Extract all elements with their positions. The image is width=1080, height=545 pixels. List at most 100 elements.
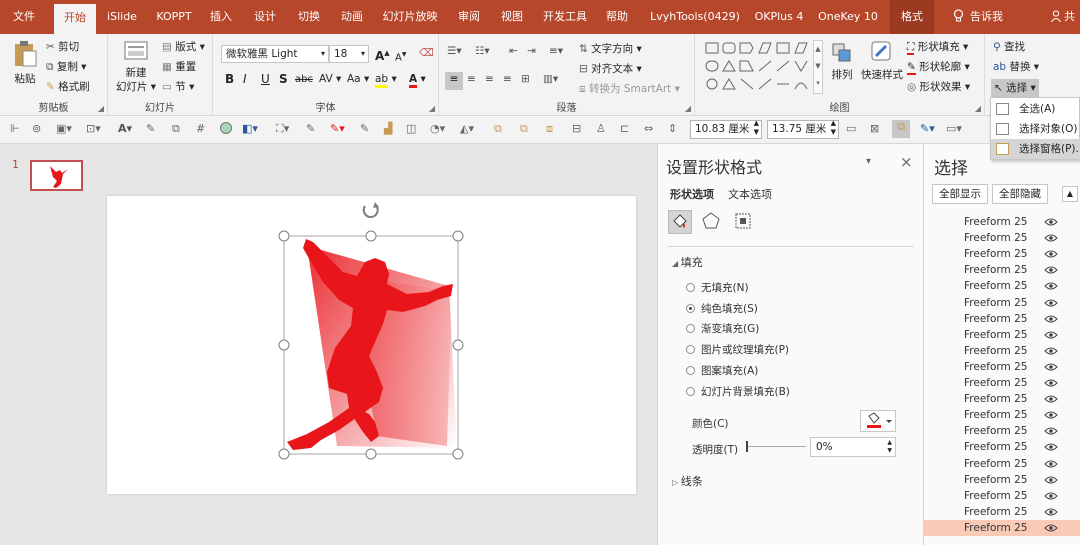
selection-list-item[interactable]: Freeform 25 (924, 407, 1080, 423)
hide-all-button[interactable]: 全部隐藏 (992, 184, 1048, 204)
tab-file[interactable]: 文件 (0, 0, 48, 34)
selection-list-item[interactable]: Freeform 25 (924, 375, 1080, 391)
format-painter-2-icon[interactable]: ✎▾ (920, 122, 935, 136)
layout-icon[interactable]: ▣▾ (56, 122, 72, 136)
selection-list-item[interactable]: Freeform 25 (924, 327, 1080, 343)
frame-icon[interactable]: ▭ (846, 122, 860, 136)
selection-list-item[interactable]: Freeform 25 (924, 456, 1080, 472)
new-slide-button[interactable]: 新建 幻灯片 ▾ (112, 40, 160, 94)
menu-selection-pane[interactable]: 选择窗格(P)... (991, 139, 1080, 159)
tab-animations[interactable]: 动画 (335, 0, 369, 34)
size-icon[interactable]: ⇔ (644, 122, 658, 136)
radio-pattern-fill[interactable]: 图案填充(A) (686, 363, 758, 378)
line-color-icon[interactable]: ✎▾ (330, 122, 345, 136)
merge-icon[interactable]: ⧉ (172, 122, 186, 136)
resize-handle-b[interactable] (365, 448, 377, 460)
rotate-handle-icon[interactable] (362, 202, 379, 219)
selection-list-item[interactable]: Freeform 25 (924, 230, 1080, 246)
tab-shape-options[interactable]: 形状选项 (670, 186, 714, 202)
selection-list-item[interactable]: Freeform 25 (924, 246, 1080, 262)
tab-text-options[interactable]: 文本选项 (728, 186, 772, 202)
char-spacing-button[interactable]: AV ▾ (319, 72, 341, 86)
selection-list-item[interactable]: Freeform 25 (924, 488, 1080, 504)
shape-fill-button[interactable]: ⛶ 形状填充 ▾ (907, 40, 968, 55)
align-center-button[interactable]: ≡ (467, 72, 476, 86)
selection-list-item[interactable]: Freeform 25 (924, 439, 1080, 455)
resize-handle-bl[interactable] (278, 448, 290, 460)
eye-icon[interactable] (1044, 281, 1058, 291)
radio-gradient-fill[interactable]: 渐变填充(G) (686, 321, 759, 336)
align-icon[interactable]: ⊩ (10, 122, 24, 136)
eyedropper-2-icon[interactable]: ✎ (306, 122, 320, 136)
drawing-expand-icon[interactable]: ◢ (975, 104, 981, 113)
menu-select-all[interactable]: 全选(A) (991, 99, 1080, 119)
tab-transitions[interactable]: 切换 (292, 0, 326, 34)
size-properties-tab[interactable] (732, 210, 756, 234)
tab-okplus[interactable]: OKPlus 4 (750, 0, 808, 34)
color-circle-icon[interactable] (220, 122, 232, 134)
tab-help[interactable]: 帮助 (600, 0, 634, 34)
fill-line-tab[interactable] (668, 210, 692, 234)
selection-list-item[interactable]: Freeform 25 (924, 423, 1080, 439)
color-swatch-icon[interactable]: ◧▾ (242, 122, 258, 136)
tab-islide[interactable]: iSlide (100, 0, 144, 34)
layout-button[interactable]: ▤ 版式 ▾ (162, 40, 205, 54)
paragraph-expand-icon[interactable]: ◢ (685, 104, 691, 113)
shadow-button[interactable]: S (279, 72, 288, 86)
replace-button[interactable]: ab 替换 ▾ (993, 60, 1039, 74)
selection-list-item[interactable]: Freeform 25 (924, 278, 1080, 294)
width-input[interactable]: 10.83 厘米 ▲ ▼ (690, 119, 762, 139)
justify-button[interactable]: ≡ (503, 72, 512, 86)
line-section-header[interactable]: ▷ 线条 (672, 473, 703, 489)
textbox-icon[interactable]: ⊡▾ (86, 122, 101, 136)
tab-developer[interactable]: 开发工具 (538, 0, 592, 34)
columns-button[interactable]: ▥▾ (543, 72, 558, 86)
resize-handle-tr[interactable] (452, 230, 464, 242)
color-picker-button[interactable] (860, 410, 896, 432)
tell-me-box[interactable]: 告诉我 (948, 0, 1008, 34)
format-painter-button[interactable]: ✎ 格式刷 (46, 80, 90, 94)
shape-effects-button[interactable]: ◎ 形状效果 ▾ (907, 80, 970, 94)
slide-canvas[interactable] (107, 196, 636, 494)
quick-styles-button[interactable]: 快速样式 (859, 40, 905, 82)
selection-list-item[interactable]: Freeform 25 (924, 504, 1080, 520)
fill-bucket-icon[interactable]: ⛶▾ (276, 122, 290, 136)
eyedropper-3-icon[interactable]: ✎ (360, 122, 374, 136)
effects-2-icon[interactable]: ◔▾ (430, 122, 445, 136)
shadow-icon[interactable]: ◫ (406, 122, 420, 136)
selection-list-item[interactable]: Freeform 25 (924, 214, 1080, 230)
change-case-button[interactable]: Aa ▾ (347, 72, 369, 86)
eye-icon[interactable] (1044, 362, 1058, 372)
rotate-icon[interactable]: ◭▾ (460, 122, 474, 136)
eye-icon[interactable] (1044, 507, 1058, 517)
person-2-icon[interactable]: ♙ (596, 122, 610, 136)
arrange-2-icon[interactable]: ⧉ (494, 122, 508, 136)
eye-icon[interactable] (1044, 298, 1058, 308)
bold-button[interactable]: B (225, 72, 234, 86)
selection-list-item[interactable]: Freeform 25 (924, 295, 1080, 311)
transparency-input[interactable]: 0% ▲ ▼ (810, 437, 896, 457)
distribute-button[interactable]: ⊞ (521, 72, 530, 86)
resize-handle-br[interactable] (452, 448, 464, 460)
selection-list-item[interactable]: Freeform 25 (924, 472, 1080, 488)
paste-button[interactable]: 粘贴 (8, 40, 42, 86)
find-button[interactable]: ⚲ 查找 (993, 40, 1025, 54)
shrink-font-button[interactable]: A▼ (395, 48, 406, 65)
grow-font-button[interactable]: A▲ (375, 46, 390, 63)
align-right-button[interactable]: ≡ (485, 72, 494, 86)
height-icon[interactable]: ⇕ (668, 122, 682, 136)
selection-list-item[interactable]: Freeform 25 (924, 311, 1080, 327)
eye-icon[interactable] (1044, 442, 1058, 452)
eye-icon[interactable] (1044, 394, 1058, 404)
font-expand-icon[interactable]: ◢ (429, 104, 435, 113)
reset-button[interactable]: ▦ 重置 (162, 60, 196, 74)
font-name-dropdown[interactable]: 微软雅黑 Light ▾ (221, 45, 329, 63)
text-fill-icon[interactable]: A▾ (118, 122, 132, 136)
eye-icon[interactable] (1044, 265, 1058, 275)
align-text-button[interactable]: ⊟ 对齐文本 ▾ (579, 62, 642, 76)
frame-2-icon[interactable]: ▭▾ (946, 122, 962, 136)
slider-thumb[interactable] (746, 441, 748, 452)
clear-format-icon[interactable]: ⌫ (419, 46, 434, 60)
bring-forward-button[interactable]: ▲ (1062, 186, 1078, 202)
eye-icon[interactable] (1044, 459, 1058, 469)
